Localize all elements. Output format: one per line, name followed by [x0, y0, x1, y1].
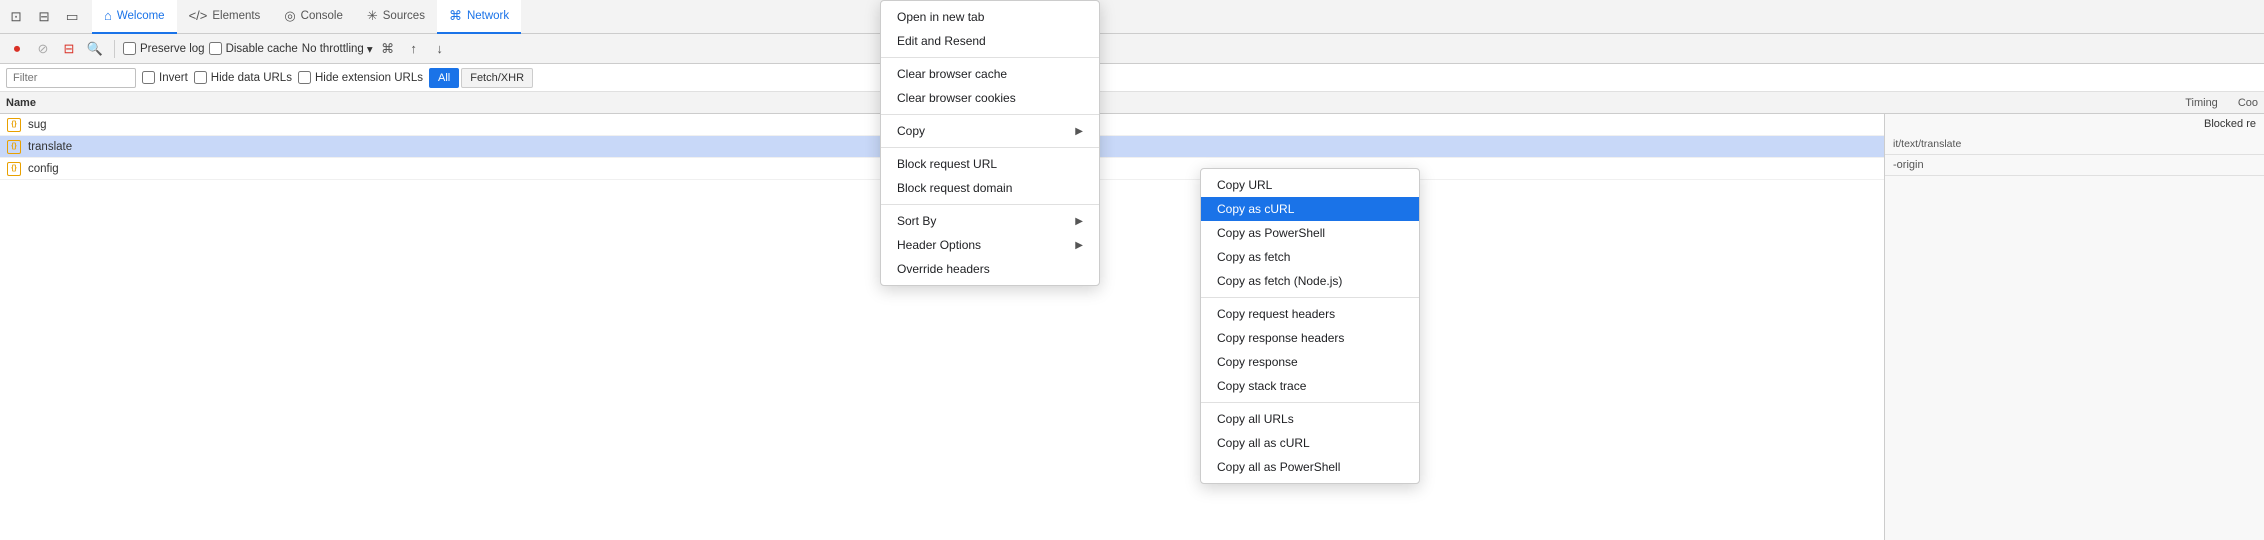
tab-network[interactable]: ⌘ Network [437, 0, 521, 34]
hide-data-urls-checkbox[interactable] [194, 71, 207, 84]
menu-sep-4 [881, 204, 1099, 205]
menu-item-copy-response[interactable]: Copy response [1201, 350, 1419, 374]
copy-sep-1 [1201, 297, 1419, 298]
th-coo: Coo [2238, 97, 2258, 109]
copy-arrow-icon: ▶ [1075, 126, 1083, 137]
table-header: Name Timing Coo [0, 92, 2264, 114]
menu-item-copy-as-curl[interactable]: Copy as cURL [1201, 197, 1419, 221]
sort-by-arrow-icon: ▶ [1075, 216, 1083, 227]
row-name-sug: sug [28, 119, 47, 131]
right-panel-url: it/text/translate [1885, 134, 2264, 155]
menu-item-copy-response-headers[interactable]: Copy response headers [1201, 326, 1419, 350]
menu-item-copy-as-fetch[interactable]: Copy as fetch [1201, 245, 1419, 269]
preserve-log-label[interactable]: Preserve log [123, 42, 205, 55]
menu-sep-3 [881, 147, 1099, 148]
menu-item-copy-as-powershell[interactable]: Copy as PowerShell [1201, 221, 1419, 245]
menu-item-copy-as-fetch-node[interactable]: Copy as fetch (Node.js) [1201, 269, 1419, 293]
wifi-icon[interactable]: ⌘ [377, 38, 399, 60]
split-icon[interactable]: ⊟ [32, 5, 56, 29]
copy-sep-2 [1201, 402, 1419, 403]
row-icon-sug: {} [6, 117, 22, 133]
throttle-arrow-icon: ▾ [367, 42, 373, 56]
menu-item-sort-by[interactable]: Sort By ▶ [881, 209, 1099, 233]
disable-cache-label[interactable]: Disable cache [209, 42, 298, 55]
elements-icon: </> [189, 8, 208, 23]
tab-elements[interactable]: </> Elements [177, 0, 273, 34]
filter-type-fetch-xhr[interactable]: Fetch/XHR [461, 68, 533, 88]
blocked-re-label: Blocked re [2204, 118, 2256, 130]
panel-icon[interactable]: ▭ [60, 5, 84, 29]
row-name-translate: translate [28, 141, 72, 153]
tab-console[interactable]: ◎ Console [272, 0, 355, 34]
menu-item-copy[interactable]: Copy ▶ [881, 119, 1099, 143]
preserve-log-checkbox[interactable] [123, 42, 136, 55]
hide-data-urls-label[interactable]: Hide data URLs [194, 71, 292, 84]
devtools-panel: ⊡ ⊟ ▭ ⌂ Welcome </> Elements ◎ Console ✳… [0, 0, 2264, 540]
copy-submenu: Copy URL Copy as cURL Copy as PowerShell… [1200, 168, 1420, 484]
clear-button[interactable]: ⊟ [58, 38, 80, 60]
context-menu-main: Open in new tab Edit and Resend Clear br… [880, 0, 1100, 286]
menu-sep-2 [881, 114, 1099, 115]
tab-bar-icons: ⊡ ⊟ ▭ [4, 5, 84, 29]
menu-item-copy-request-headers[interactable]: Copy request headers [1201, 302, 1419, 326]
stop-button[interactable]: ⊘ [32, 38, 54, 60]
menu-item-copy-all-urls[interactable]: Copy all URLs [1201, 407, 1419, 431]
search-button[interactable]: 🔍 [84, 38, 106, 60]
tab-welcome[interactable]: ⌂ Welcome [92, 0, 177, 34]
menu-item-override-headers[interactable]: Override headers [881, 257, 1099, 281]
menu-item-copy-all-curl[interactable]: Copy all as cURL [1201, 431, 1419, 455]
console-icon: ◎ [284, 8, 295, 24]
invert-label[interactable]: Invert [142, 71, 188, 84]
filter-type-group: All Fetch/XHR [429, 68, 533, 88]
row-name-config: config [28, 163, 59, 175]
menu-item-block-domain[interactable]: Block request domain [881, 176, 1099, 200]
menu-item-copy-url[interactable]: Copy URL [1201, 173, 1419, 197]
download-icon[interactable]: ↓ [429, 38, 451, 60]
dock-icon[interactable]: ⊡ [4, 5, 28, 29]
record-button[interactable]: ⏺ [6, 38, 28, 60]
row-icon-config: {} [6, 161, 22, 177]
th-timing: Timing [2185, 97, 2218, 109]
hide-ext-urls-label[interactable]: Hide extension URLs [298, 71, 423, 84]
menu-item-edit-resend[interactable]: Edit and Resend [881, 29, 1099, 53]
row-icon-translate: {} [6, 139, 22, 155]
menu-item-block-url[interactable]: Block request URL [881, 152, 1099, 176]
menu-item-copy-all-powershell[interactable]: Copy all as PowerShell [1201, 455, 1419, 479]
welcome-icon: ⌂ [104, 8, 112, 23]
throttle-select[interactable]: No throttling ▾ [302, 42, 373, 56]
toolbar: ⏺ ⊘ ⊟ 🔍 Preserve log Disable cache No th… [0, 34, 2264, 64]
menu-item-open-new-tab[interactable]: Open in new tab [881, 5, 1099, 29]
header-options-arrow-icon: ▶ [1075, 240, 1083, 251]
tab-sources[interactable]: ✳ Sources [355, 0, 437, 34]
hide-ext-urls-checkbox[interactable] [298, 71, 311, 84]
network-icon: ⌘ [449, 8, 462, 24]
right-panel: Blocked re it/text/translate -origin [1884, 114, 2264, 540]
upload-icon[interactable]: ↑ [403, 38, 425, 60]
filter-type-all[interactable]: All [429, 68, 459, 88]
invert-checkbox[interactable] [142, 71, 155, 84]
right-panel-origin: -origin [1885, 155, 2264, 176]
th-name: Name [6, 97, 886, 109]
menu-item-copy-stack-trace[interactable]: Copy stack trace [1201, 374, 1419, 398]
menu-item-clear-cache[interactable]: Clear browser cache [881, 62, 1099, 86]
network-list: {} sug {} translate {} config Blocked re… [0, 114, 2264, 540]
menu-sep-1 [881, 57, 1099, 58]
tab-bar: ⊡ ⊟ ▭ ⌂ Welcome </> Elements ◎ Console ✳… [0, 0, 2264, 34]
menu-item-header-options[interactable]: Header Options ▶ [881, 233, 1099, 257]
disable-cache-checkbox[interactable] [209, 42, 222, 55]
filter-input[interactable] [6, 68, 136, 88]
toolbar-sep-1 [114, 40, 115, 58]
sources-icon: ✳ [367, 8, 378, 24]
filter-bar: Invert Hide data URLs Hide extension URL… [0, 64, 2264, 92]
menu-item-clear-cookies[interactable]: Clear browser cookies [881, 86, 1099, 110]
